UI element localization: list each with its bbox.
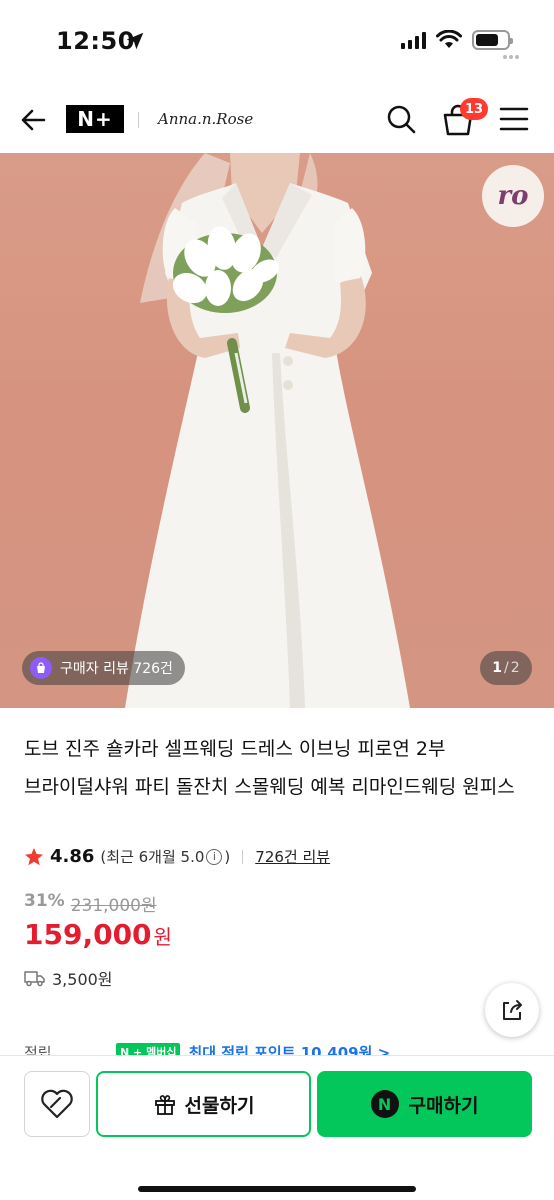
shipping-fee: 3,500원 [52,970,113,989]
store-name[interactable]: Anna.n.Rose [158,110,253,128]
sale-price-unit: 원 [153,925,172,949]
back-arrow-icon[interactable] [18,104,50,136]
wifi-icon [436,30,462,48]
page-total: 2 [510,660,520,676]
rating-value: 4.86 [50,846,95,867]
buy-button[interactable]: N 구매하기 [317,1071,532,1137]
recent-rating-close: ) [224,847,231,866]
product-title: 도브 진주 숄카라 셀프웨딩 드레스 이브닝 피로연 2부 브라이덜샤워 파티 … [24,738,515,798]
original-price: 231,000원 [70,896,157,916]
shipping-row: 3,500원 [24,966,113,990]
review-bag-icon [30,657,52,679]
original-price-row: 31% 231,000원 [24,891,157,916]
buy-label: 구매하기 [408,1094,479,1117]
buyer-review-pill[interactable]: 구매자 리뷰 726건 [22,651,185,685]
bottom-action-bar: 선물하기 N 구매하기 [0,1055,554,1200]
page-current: 1 [492,660,503,676]
star-icon [25,847,43,865]
gift-label: 선물하기 [184,1094,255,1117]
review-count-link[interactable]: 726건 리뷰 [255,846,330,867]
info-icon[interactable]: i [206,848,223,865]
gift-button[interactable]: 선물하기 [96,1071,311,1137]
delivery-truck-icon [24,971,45,987]
rating-row: 4.86 (최근 6개월 5.0 i ) 726건 리뷰 [24,846,330,867]
brand-badge[interactable]: ro [482,165,544,227]
recent-rating: (최근 6개월 5.0 [100,848,205,866]
battery-icon [472,30,513,50]
page-separator: / [504,660,509,676]
image-page-indicator: 1 / 2 [480,651,532,685]
wishlist-button[interactable] [24,1071,90,1137]
search-icon[interactable] [385,103,417,135]
review-pill-text: 구매자 리뷰 726건 [60,661,173,677]
naver-pay-n-icon: N [370,1090,399,1118]
status-bar: 12:50 [0,0,554,80]
product-image-carousel[interactable]: ro 구매자 리뷰 726건 1 / 2 [0,153,554,708]
discount-rate: 31% [24,891,65,911]
sale-price-value: 159,000 [24,918,152,951]
rating-divider [242,849,244,864]
hamburger-menu-icon[interactable] [499,106,529,132]
location-arrow-icon [126,32,144,50]
status-dots-icon [503,55,519,59]
sale-price: 159,000 원 [24,918,172,951]
heart-icon [41,1089,73,1119]
product-photo [125,153,410,708]
header-divider [138,112,139,128]
share-icon [503,1000,522,1020]
share-button[interactable] [485,983,539,1037]
cellular-signal-icon [401,31,426,49]
cart-count-badge: 13 [460,98,489,120]
home-indicator [138,1186,416,1192]
app-header: N+ Anna.n.Rose 13 [0,90,554,150]
gift-icon [154,1095,175,1115]
naver-plus-logo[interactable]: N+ [66,105,124,133]
status-icons [401,30,513,50]
